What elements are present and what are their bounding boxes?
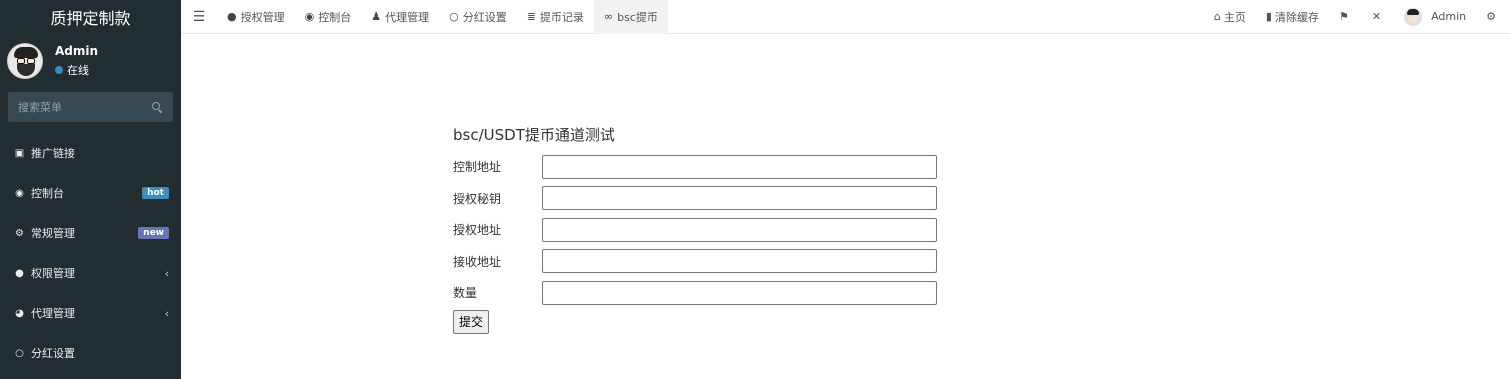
- tab-dividend-settings[interactable]: ○ 分红设置: [439, 0, 517, 34]
- sidebar-item-dashboard[interactable]: ◉ 控制台 hot: [0, 173, 181, 213]
- sidebar-item-label: 分红设置: [31, 347, 75, 360]
- user-status-label: 在线: [67, 63, 89, 77]
- menu-search: [8, 92, 173, 122]
- user-panel: Admin 在线: [0, 33, 181, 88]
- clear-cache-button[interactable]: ▮ 清除缓存: [1256, 0, 1329, 34]
- online-dot-icon: [55, 65, 63, 74]
- clear-cache-label: 清除缓存: [1274, 10, 1319, 24]
- field-label: 接收地址: [453, 254, 502, 269]
- sidebar-item-permissions[interactable]: ● 权限管理 ‹: [0, 253, 181, 293]
- form-row-amount: 数量: [453, 277, 937, 309]
- circle-icon: ○: [449, 10, 459, 23]
- cogs-icon: ⚙: [15, 227, 24, 239]
- home-link[interactable]: ⌂ 主页: [1204, 0, 1256, 34]
- settings-button[interactable]: ⚙: [1476, 0, 1509, 34]
- tab-bsc-withdraw[interactable]: ∞ bsc提币: [593, 0, 668, 34]
- auth-key-input[interactable]: [542, 186, 937, 211]
- sidebar-item-promo-link[interactable]: ▣ 推广链接: [0, 133, 181, 173]
- sidebar-item-dividend[interactable]: ○ 分红设置: [0, 333, 181, 373]
- dashboard-icon: ◉: [304, 10, 315, 23]
- language-button[interactable]: ⚑: [1329, 0, 1362, 34]
- home-label: 主页: [1223, 10, 1246, 24]
- sidebar-item-label: 推广链接: [31, 147, 75, 160]
- new-badge: new: [138, 227, 169, 239]
- form-title: bsc/USDT提币通道测试: [453, 126, 615, 144]
- form-row-auth-address: 授权地址: [453, 214, 937, 246]
- topbar-right: ⌂ 主页 ▮ 清除缓存 ⚑ ✕ Admin ⚙: [1204, 0, 1509, 34]
- receive-address-input[interactable]: [542, 249, 937, 274]
- tab-label: bsc提币: [617, 10, 658, 24]
- form-row-control-address: 控制地址: [453, 151, 937, 183]
- tab-auth-management[interactable]: ● 授权管理: [217, 0, 295, 34]
- main-content: bsc/USDT提币通道测试 控制地址 授权秘钥 授权地址 接收地址 数量 提交: [181, 35, 1509, 379]
- link-icon: ▣: [14, 147, 25, 159]
- user-status: 在线: [55, 62, 98, 78]
- avatar: [7, 42, 43, 79]
- menu-search-input[interactable]: [18, 100, 138, 114]
- field-label: 授权秘钥: [453, 191, 502, 206]
- avatar: [1404, 7, 1423, 26]
- user-circle-icon: ◕: [15, 307, 24, 319]
- dashboard-icon: ◉: [15, 187, 24, 199]
- fullscreen-button[interactable]: ✕: [1362, 0, 1394, 34]
- field-label: 控制地址: [453, 160, 502, 175]
- user-menu-name: Admin: [1431, 10, 1467, 23]
- tab-label: 代理管理: [385, 10, 430, 24]
- field-label: 数量: [453, 286, 478, 301]
- fullscreen-icon: ✕: [1371, 10, 1382, 23]
- sidebar-menu: ▣ 推广链接 ◉ 控制台 hot ⚙ 常规管理 new ● 权限管理 ‹ ◕ 代…: [0, 133, 181, 373]
- home-icon: ⌂: [1213, 10, 1221, 23]
- cogs-icon: ⚙: [1486, 10, 1496, 23]
- flag-icon: ⚑: [1338, 10, 1349, 23]
- brand-title[interactable]: 质押定制款: [0, 0, 181, 33]
- sidebar-item-agents[interactable]: ◕ 代理管理 ‹: [0, 293, 181, 333]
- field-label: 授权地址: [453, 223, 502, 238]
- tab-label: 提币记录: [539, 10, 584, 24]
- tab-withdraw-records[interactable]: ≣ 提币记录: [517, 0, 594, 34]
- sidebar-item-label: 代理管理: [31, 307, 75, 320]
- submit-button[interactable]: 提交: [453, 309, 490, 334]
- users-icon: ●: [15, 267, 24, 279]
- menu-toggle-icon[interactable]: ☰: [181, 0, 217, 34]
- tab-dashboard[interactable]: ◉ 控制台: [295, 0, 362, 34]
- tab-label: 授权管理: [240, 10, 285, 24]
- control-address-input[interactable]: [542, 154, 937, 179]
- chevron-left-icon: ‹: [164, 266, 169, 280]
- chevron-left-icon: ‹: [164, 306, 169, 320]
- hot-badge: hot: [142, 187, 169, 199]
- form-row-receive-address: 接收地址: [453, 246, 937, 278]
- sidebar-item-label: 权限管理: [31, 267, 75, 280]
- bsc-withdraw-form: bsc/USDT提币通道测试 控制地址 授权秘钥 授权地址 接收地址 数量 提交: [453, 124, 937, 334]
- tab-label: 控制台: [318, 10, 352, 24]
- top-navbar: ☰ ● 授权管理 ◉ 控制台 ♟ 代理管理 ○ 分红设置 ≣ 提币记录 ∞ bs…: [181, 0, 1509, 34]
- circle-icon: ○: [15, 347, 24, 359]
- sidebar-item-label: 常规管理: [31, 227, 75, 240]
- chain-icon: ∞: [603, 10, 614, 23]
- form-row-auth-key: 授权秘钥: [453, 183, 937, 215]
- search-icon[interactable]: [152, 101, 163, 113]
- user-name: Admin: [55, 43, 99, 58]
- user-icon: ♟: [371, 10, 382, 23]
- amount-input[interactable]: [542, 280, 937, 305]
- user-menu[interactable]: Admin: [1394, 0, 1476, 34]
- sidebar-item-general[interactable]: ⚙ 常规管理 new: [0, 213, 181, 253]
- auth-address-input[interactable]: [542, 217, 937, 242]
- list-icon: ≣: [526, 10, 536, 23]
- tab-label: 分红设置: [462, 10, 507, 24]
- sidebar-item-label: 控制台: [31, 187, 64, 200]
- users-icon: ●: [227, 10, 237, 23]
- trash-icon: ▮: [1265, 10, 1272, 23]
- sidebar: 质押定制款 Admin 在线 ▣ 推广链接 ◉ 控制台 hot ⚙: [0, 0, 181, 379]
- tab-agent-management[interactable]: ♟ 代理管理: [361, 0, 439, 34]
